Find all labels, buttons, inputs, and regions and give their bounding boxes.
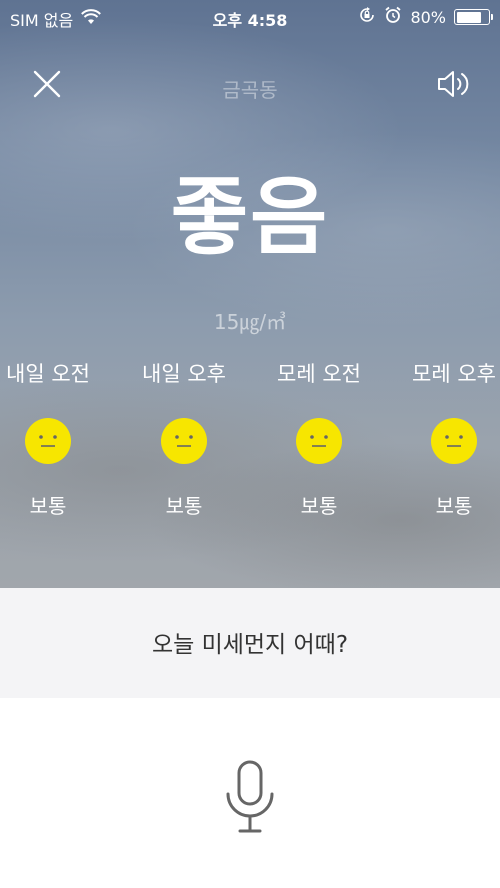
neutral-face-icon bbox=[25, 418, 71, 464]
forecast-status: 보통 bbox=[165, 494, 203, 518]
forecast-item: 내일 오전 보통 bbox=[0, 358, 118, 519]
microphone-icon bbox=[226, 760, 274, 833]
forecast-label: 모레 오후 bbox=[412, 362, 496, 386]
screen: SIM 없음 오후 4:58 80% 금곡동 좋음 15㎍/㎥ 내일 오전 보통… bbox=[0, 0, 500, 888]
speaker-button[interactable] bbox=[434, 64, 474, 104]
query-bar: 오늘 미세먼지 어때? bbox=[0, 588, 500, 698]
query-text: 오늘 미세먼지 어때? bbox=[151, 632, 349, 658]
header-row: 금곡동 bbox=[0, 56, 500, 112]
orientation-lock-icon bbox=[358, 6, 376, 28]
battery-icon bbox=[454, 9, 493, 25]
forecast-label: 모레 오전 bbox=[277, 362, 361, 386]
weather-hero: SIM 없음 오후 4:58 80% 금곡동 좋음 15㎍/㎥ 내일 오전 보통… bbox=[0, 0, 500, 588]
voice-area bbox=[0, 698, 500, 888]
forecast-item: 내일 오후 보통 bbox=[114, 358, 254, 519]
forecast-item: 모레 오후 보통 bbox=[384, 358, 500, 519]
status-bar: SIM 없음 오후 4:58 80% bbox=[0, 0, 500, 34]
forecast-status: 보통 bbox=[29, 494, 67, 518]
microphone-button[interactable] bbox=[220, 760, 280, 836]
battery-percent: 80% bbox=[410, 7, 446, 27]
forecast-status: 보통 bbox=[300, 494, 338, 518]
forecast-label: 내일 오전 bbox=[6, 362, 90, 386]
neutral-face-icon bbox=[431, 418, 477, 464]
forecast-row: 내일 오전 보통 내일 오후 보통 모레 오전 보통 모레 오후 보통 bbox=[0, 358, 500, 528]
neutral-face-icon bbox=[296, 418, 342, 464]
alarm-icon bbox=[384, 6, 402, 28]
pm-concentration: 15㎍/㎥ bbox=[213, 310, 287, 334]
forecast-item: 모레 오전 보통 bbox=[249, 358, 389, 519]
neutral-face-icon bbox=[161, 418, 207, 464]
speaker-icon bbox=[438, 71, 469, 97]
forecast-status: 보통 bbox=[435, 494, 473, 518]
forecast-label: 내일 오후 bbox=[142, 362, 226, 386]
location-label: 금곡동 bbox=[222, 78, 278, 102]
air-quality-grade: 좋음 bbox=[170, 168, 330, 266]
